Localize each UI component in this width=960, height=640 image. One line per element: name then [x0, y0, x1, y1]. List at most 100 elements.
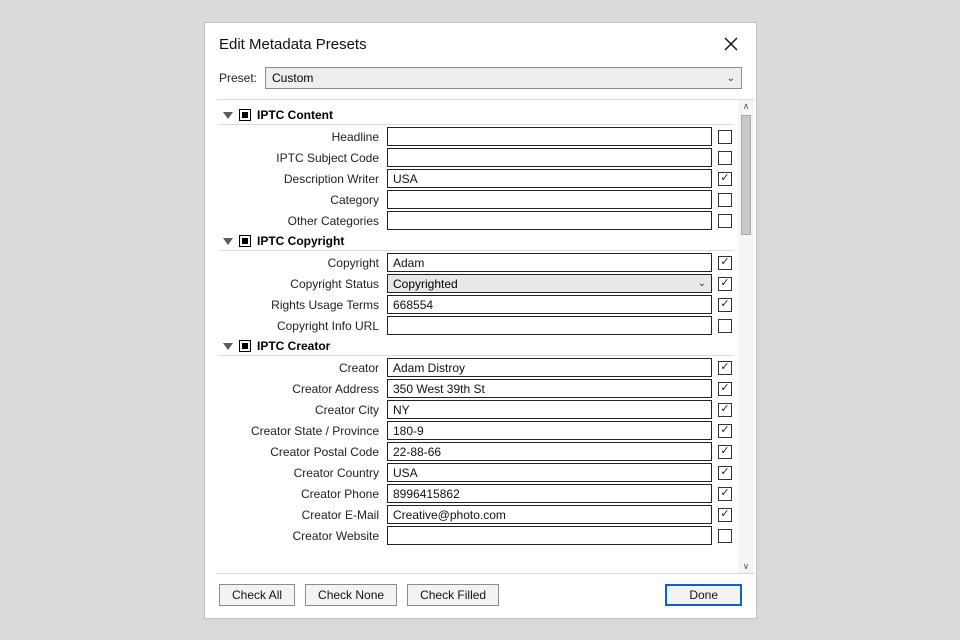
creator-state-input[interactable]: 180-9: [387, 421, 712, 440]
category-input[interactable]: [387, 190, 712, 209]
field-category: Category: [219, 190, 734, 209]
creator-email-input[interactable]: Creative@photo.com: [387, 505, 712, 524]
scroll-area: IPTC Content Headline IPTC Subject Code …: [217, 99, 754, 574]
scroll-content: IPTC Content Headline IPTC Subject Code …: [217, 100, 738, 573]
category-checkbox[interactable]: [718, 193, 732, 207]
field-label: Copyright: [219, 256, 381, 270]
field-creator-postal: Creator Postal Code 22-88-66: [219, 442, 734, 461]
disclosure-icon[interactable]: [223, 112, 233, 119]
field-rights-usage: Rights Usage Terms 668554: [219, 295, 734, 314]
field-other-categories: Other Categories: [219, 211, 734, 230]
field-label: Creator Phone: [219, 487, 381, 501]
vertical-scrollbar[interactable]: ∧ ∨: [738, 100, 754, 573]
field-creator-phone: Creator Phone 8996415862: [219, 484, 734, 503]
preset-select[interactable]: Custom ⌄: [265, 67, 742, 89]
other-categories-checkbox[interactable]: [718, 214, 732, 228]
creator-phone-input[interactable]: 8996415862: [387, 484, 712, 503]
disclosure-icon[interactable]: [223, 238, 233, 245]
preset-value: Custom: [272, 71, 313, 85]
field-headline: Headline: [219, 127, 734, 146]
field-label: Other Categories: [219, 214, 381, 228]
field-creator-website: Creator Website: [219, 526, 734, 545]
section-iptc-content: IPTC Content Headline IPTC Subject Code …: [219, 106, 734, 230]
creator-city-input[interactable]: NY: [387, 400, 712, 419]
info-url-input[interactable]: [387, 316, 712, 335]
copyright-status-value: Copyrighted: [393, 277, 458, 291]
scrollbar-track[interactable]: [738, 111, 754, 562]
creator-checkbox[interactable]: [718, 361, 732, 375]
creator-phone-checkbox[interactable]: [718, 487, 732, 501]
headline-checkbox[interactable]: [718, 130, 732, 144]
field-creator: Creator Adam Distroy: [219, 358, 734, 377]
field-label: Copyright Status: [219, 277, 381, 291]
creator-website-checkbox[interactable]: [718, 529, 732, 543]
description-writer-checkbox[interactable]: [718, 172, 732, 186]
done-button[interactable]: Done: [665, 584, 742, 606]
field-creator-city: Creator City NY: [219, 400, 734, 419]
field-label: IPTC Subject Code: [219, 151, 381, 165]
field-label: Creator Country: [219, 466, 381, 480]
other-categories-input[interactable]: [387, 211, 712, 230]
tri-state-checkbox[interactable]: [239, 109, 251, 121]
headline-input[interactable]: [387, 127, 712, 146]
copyright-input[interactable]: Adam: [387, 253, 712, 272]
field-copyright-status: Copyright Status Copyrighted ⌄: [219, 274, 734, 293]
section-header: IPTC Creator: [219, 337, 734, 356]
field-copyright: Copyright Adam: [219, 253, 734, 272]
metadata-presets-dialog: Edit Metadata Presets Preset: Custom ⌄ I…: [204, 22, 757, 619]
tri-state-checkbox[interactable]: [239, 235, 251, 247]
creator-address-input[interactable]: 350 West 39th St: [387, 379, 712, 398]
dialog-title: Edit Metadata Presets: [219, 36, 367, 53]
creator-address-checkbox[interactable]: [718, 382, 732, 396]
creator-country-checkbox[interactable]: [718, 466, 732, 480]
creator-website-input[interactable]: [387, 526, 712, 545]
field-creator-address: Creator Address 350 West 39th St: [219, 379, 734, 398]
field-label: Rights Usage Terms: [219, 298, 381, 312]
creator-input[interactable]: Adam Distroy: [387, 358, 712, 377]
creator-country-input[interactable]: USA: [387, 463, 712, 482]
subject-code-input[interactable]: [387, 148, 712, 167]
info-url-checkbox[interactable]: [718, 319, 732, 333]
copyright-status-checkbox[interactable]: [718, 277, 732, 291]
section-title: IPTC Copyright: [257, 234, 344, 248]
disclosure-icon[interactable]: [223, 343, 233, 350]
description-writer-input[interactable]: USA: [387, 169, 712, 188]
section-header: IPTC Content: [219, 106, 734, 125]
field-label: Creator Address: [219, 382, 381, 396]
creator-postal-input[interactable]: 22-88-66: [387, 442, 712, 461]
copyright-checkbox[interactable]: [718, 256, 732, 270]
check-all-button[interactable]: Check All: [219, 584, 295, 606]
creator-postal-checkbox[interactable]: [718, 445, 732, 459]
field-label: Creator City: [219, 403, 381, 417]
scroll-up-icon[interactable]: ∧: [743, 102, 750, 111]
field-creator-email: Creator E-Mail Creative@photo.com: [219, 505, 734, 524]
rights-usage-checkbox[interactable]: [718, 298, 732, 312]
field-label: Description Writer: [219, 172, 381, 186]
creator-email-checkbox[interactable]: [718, 508, 732, 522]
copyright-status-select[interactable]: Copyrighted ⌄: [387, 274, 712, 293]
close-icon[interactable]: [720, 33, 742, 55]
chevron-down-icon: ⌄: [698, 278, 706, 289]
dialog-footer: Check All Check None Check Filled Done: [205, 574, 756, 618]
field-label: Creator E-Mail: [219, 508, 381, 522]
rights-usage-input[interactable]: 668554: [387, 295, 712, 314]
preset-label: Preset:: [219, 71, 257, 85]
section-header: IPTC Copyright: [219, 232, 734, 251]
chevron-down-icon: ⌄: [727, 73, 735, 84]
check-filled-button[interactable]: Check Filled: [407, 584, 499, 606]
check-none-button[interactable]: Check None: [305, 584, 397, 606]
subject-code-checkbox[interactable]: [718, 151, 732, 165]
field-label: Creator Postal Code: [219, 445, 381, 459]
tri-state-checkbox[interactable]: [239, 340, 251, 352]
field-subject-code: IPTC Subject Code: [219, 148, 734, 167]
section-iptc-creator: IPTC Creator Creator Adam Distroy Creato…: [219, 337, 734, 545]
field-label: Copyright Info URL: [219, 319, 381, 333]
field-label: Creator State / Province: [219, 424, 381, 438]
scroll-down-icon[interactable]: ∨: [743, 562, 750, 571]
field-label: Category: [219, 193, 381, 207]
scrollbar-thumb[interactable]: [741, 115, 751, 235]
creator-state-checkbox[interactable]: [718, 424, 732, 438]
creator-city-checkbox[interactable]: [718, 403, 732, 417]
field-creator-country: Creator Country USA: [219, 463, 734, 482]
field-label: Creator Website: [219, 529, 381, 543]
